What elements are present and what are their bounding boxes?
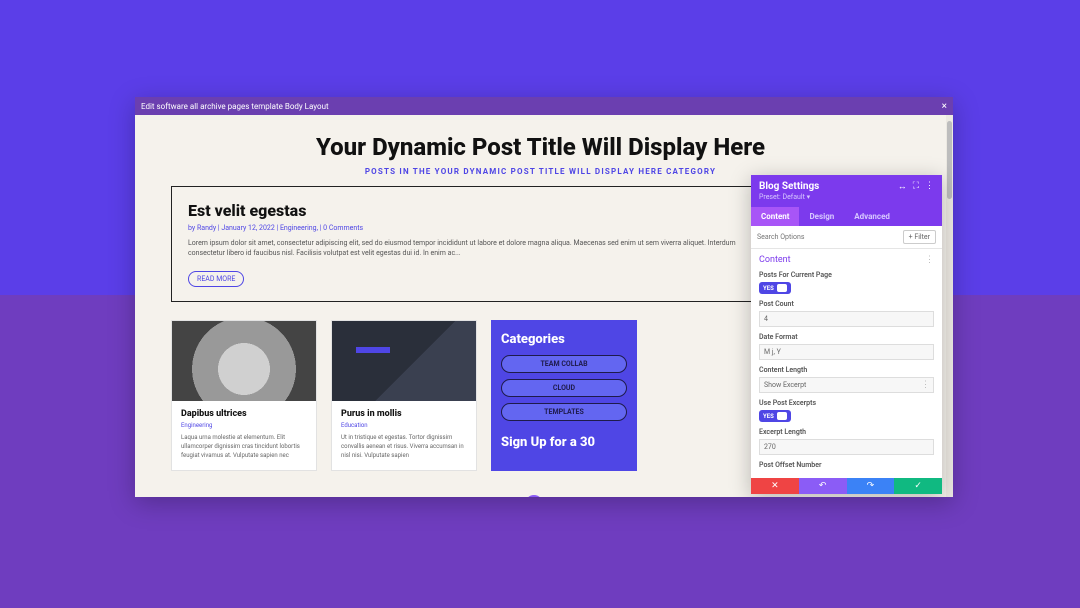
category-pill[interactable]: TEMPLATES	[501, 403, 627, 421]
card-excerpt: Laqua urna molestie at elementum. Elit u…	[181, 433, 307, 460]
date-format-input[interactable]	[759, 344, 934, 360]
panel-tabs: Content Design Advanced	[751, 207, 942, 226]
redo-button[interactable]: ↷	[847, 478, 895, 494]
settings-panel: Blog Settings ↔ ⛶ ⋮ Preset: Default ▾ Co…	[751, 175, 942, 494]
save-button[interactable]: ✓	[894, 478, 942, 494]
expand-icon[interactable]: ⛶	[913, 181, 919, 192]
editor-canvas: Your Dynamic Post Title Will Display Her…	[135, 115, 953, 497]
field-label: Post Offset Number	[759, 461, 934, 469]
tab-content[interactable]: Content	[751, 207, 799, 226]
categories-sidebar: Categories TEAM COLLAB CLOUD TEMPLATES S…	[491, 320, 637, 471]
field-label: Excerpt Length	[759, 428, 934, 436]
editor-window: Edit software all archive pages template…	[135, 97, 953, 497]
post-card[interactable]: Purus in mollis Education Ut in tristiqu…	[331, 320, 477, 471]
panel-header[interactable]: Blog Settings ↔ ⛶ ⋮ Preset: Default ▾	[751, 175, 942, 207]
page-title: Your Dynamic Post Title Will Display Her…	[153, 133, 928, 161]
card-excerpt: Ut in tristique et egestas. Tortor digni…	[341, 433, 467, 460]
sidebar-heading: Categories	[501, 332, 627, 347]
toggle-posts-current-page[interactable]: YES	[759, 282, 791, 294]
field-label: Posts For Current Page	[759, 271, 934, 279]
panel-footer: ✕ ↶ ↷ ✓	[751, 478, 942, 494]
read-more-button[interactable]: READ MORE	[188, 271, 244, 287]
field-label: Content Length	[759, 366, 934, 374]
undo-button[interactable]: ↶	[799, 478, 847, 494]
field-label: Use Post Excerpts	[759, 399, 934, 407]
featured-title: Est velit egestas	[188, 201, 749, 220]
featured-excerpt: Lorem ipsum dolor sit amet, consectetur …	[188, 238, 749, 258]
field-label: Date Format	[759, 333, 934, 341]
category-pill[interactable]: TEAM COLLAB	[501, 355, 627, 373]
content-section: Content ⋮ Posts For Current Page YES Pos…	[751, 249, 942, 478]
cancel-button[interactable]: ✕	[751, 478, 799, 494]
card-title: Purus in mollis	[341, 409, 467, 419]
vertical-scrollbar[interactable]	[946, 115, 953, 497]
select-menu-icon[interactable]: ⋮	[921, 380, 930, 390]
search-input[interactable]	[757, 233, 903, 241]
signup-heading: Sign Up for a 30	[501, 435, 627, 450]
drag-icon[interactable]: ↔	[898, 181, 907, 192]
section-title: Content	[759, 255, 791, 265]
post-card[interactable]: Dapibus ultrices Engineering Laqua urna …	[171, 320, 317, 471]
tab-design[interactable]: Design	[799, 207, 844, 226]
field-label: Post Count	[759, 300, 934, 308]
menu-icon[interactable]: ⋮	[925, 181, 934, 192]
section-menu-icon[interactable]: ⋮	[925, 255, 934, 265]
preset-dropdown[interactable]: Preset: Default ▾	[759, 193, 934, 201]
panel-title: Blog Settings	[759, 181, 819, 192]
post-count-input[interactable]	[759, 311, 934, 327]
featured-meta: by Randy | January 12, 2022 | Engineerin…	[188, 224, 749, 232]
card-category[interactable]: Engineering	[181, 422, 307, 429]
card-category[interactable]: Education	[341, 422, 467, 429]
card-image	[332, 321, 476, 401]
category-pill[interactable]: CLOUD	[501, 379, 627, 397]
content-length-select[interactable]	[759, 377, 934, 393]
featured-text: Est velit egestas by Randy | January 12,…	[188, 201, 749, 287]
tab-advanced[interactable]: Advanced	[844, 207, 900, 226]
card-title: Dapibus ultrices	[181, 409, 307, 419]
close-icon[interactable]: ×	[942, 101, 947, 112]
card-image	[172, 321, 316, 401]
window-title: Edit software all archive pages template…	[141, 102, 329, 111]
filter-button[interactable]: + Filter	[903, 230, 936, 244]
window-titlebar: Edit software all archive pages template…	[135, 97, 953, 115]
toggle-use-excerpts[interactable]: YES	[759, 410, 791, 422]
excerpt-length-input[interactable]	[759, 439, 934, 455]
search-row: + Filter	[751, 226, 942, 249]
fab-icon[interactable]: ⋯	[525, 495, 543, 497]
